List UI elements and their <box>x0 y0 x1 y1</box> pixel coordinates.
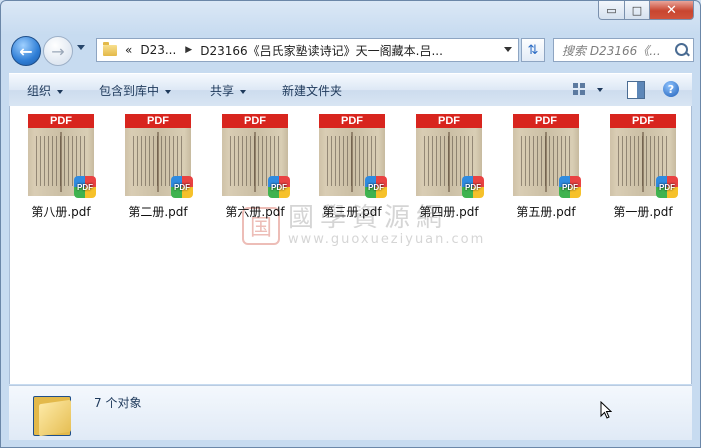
change-view-button[interactable] <box>572 81 588 97</box>
address-dropdown-icon[interactable] <box>504 47 512 52</box>
pdf-app-icon: PDF <box>171 176 193 198</box>
pdf-badge-label: PDF <box>562 182 578 192</box>
share-label: 共享 <box>210 84 235 98</box>
dropdown-arrow-icon <box>597 87 603 92</box>
breadcrumb-overflow[interactable]: « <box>125 43 132 57</box>
file-item[interactable]: PDF PDF 第六册.pdf <box>214 114 296 220</box>
file-item[interactable]: PDF PDF 第一册.pdf <box>602 114 684 220</box>
new-folder-label: 新建文件夹 <box>282 84 343 98</box>
mouse-cursor-icon <box>600 401 612 419</box>
refresh-icon: ⇅ <box>527 42 539 58</box>
navigation-bar: ← → « D23... ▶ D23166《吕氏家塾读诗记》天一阁藏本.吕...… <box>9 35 694 67</box>
pdf-label: PDF <box>222 114 288 128</box>
pdf-app-icon: PDF <box>365 176 387 198</box>
pdf-badge-label: PDF <box>271 182 287 192</box>
pdf-label: PDF <box>28 114 94 128</box>
file-name[interactable]: 第六册.pdf <box>214 203 296 220</box>
dropdown-arrow-icon <box>165 89 172 94</box>
pdf-badge-label: PDF <box>77 182 93 192</box>
pdf-app-icon: PDF <box>268 176 290 198</box>
pdf-thumbnail: PDF PDF <box>513 114 581 198</box>
breadcrumb-item-parent[interactable]: D23... <box>140 43 176 57</box>
search-box[interactable]: 搜索 D23166《... <box>553 38 694 62</box>
maximize-button[interactable]: □ <box>625 1 650 20</box>
include-in-library-label: 包含到库中 <box>99 84 160 98</box>
pdf-thumbnail: PDF PDF <box>416 114 484 198</box>
file-name[interactable]: 第八册.pdf <box>20 203 102 220</box>
file-name[interactable]: 第一册.pdf <box>602 203 684 220</box>
pdf-app-icon: PDF <box>559 176 581 198</box>
address-bar[interactable]: « D23... ▶ D23166《吕氏家塾读诗记》天一阁藏本.吕... <box>96 38 519 62</box>
new-folder-button[interactable]: 新建文件夹 <box>282 82 342 99</box>
close-icon: ✕ <box>666 2 677 18</box>
pdf-label: PDF <box>610 114 676 128</box>
back-button[interactable]: ← <box>11 36 41 66</box>
pdf-badge-label: PDF <box>368 182 384 192</box>
include-in-library-menu[interactable]: 包含到库中 <box>99 82 172 99</box>
search-placeholder: 搜索 D23166《... <box>562 43 661 58</box>
dropdown-arrow-icon <box>240 89 247 94</box>
pdf-app-icon: PDF <box>656 176 678 198</box>
file-name[interactable]: 第二册.pdf <box>117 203 199 220</box>
recent-pages-dropdown[interactable] <box>77 45 85 50</box>
pdf-badge-label: PDF <box>659 182 675 192</box>
watermark-url: www.guoxueziyuan.com <box>288 232 486 247</box>
item-count: 7 个对象 <box>94 396 142 410</box>
pdf-thumbnail: PDF PDF <box>125 114 193 198</box>
breadcrumb-item-current[interactable]: D23166《吕氏家塾读诗记》天一阁藏本.吕... <box>200 42 443 59</box>
pdf-thumbnail: PDF PDF <box>28 114 96 198</box>
pdf-app-icon: PDF <box>462 176 484 198</box>
view-grid-icon <box>580 90 585 95</box>
view-grid-icon <box>573 90 578 95</box>
caption-buttons: ▭ □ ✕ <box>598 1 694 20</box>
explorer-window: ▭ □ ✕ ← → « D23... ▶ D23166《吕氏家塾读诗记》天一阁藏… <box>0 0 701 448</box>
command-bar: 组织 包含到库中 共享 新建文件夹 ? <box>9 73 692 107</box>
view-options-dropdown[interactable] <box>597 82 603 96</box>
forward-arrow-icon: → <box>51 41 65 61</box>
dropdown-arrow-icon <box>57 89 64 94</box>
forward-button[interactable]: → <box>43 36 73 66</box>
file-item[interactable]: PDF PDF 第三册.pdf <box>311 114 393 220</box>
minimize-icon: ▭ <box>606 3 617 17</box>
pdf-label: PDF <box>125 114 191 128</box>
maximize-icon: □ <box>631 3 643 17</box>
pdf-label: PDF <box>319 114 385 128</box>
pdf-label: PDF <box>513 114 579 128</box>
preview-pane-icon[interactable] <box>627 81 645 99</box>
folder-icon <box>31 392 71 437</box>
file-item[interactable]: PDF PDF 第四册.pdf <box>408 114 490 220</box>
file-item[interactable]: PDF PDF 第五册.pdf <box>505 114 587 220</box>
pdf-thumbnail: PDF PDF <box>610 114 678 198</box>
view-grid-icon <box>580 83 585 88</box>
file-name[interactable]: 第五册.pdf <box>505 203 587 220</box>
minimize-button[interactable]: ▭ <box>598 1 625 20</box>
pdf-thumbnail: PDF PDF <box>222 114 290 198</box>
pdf-badge-label: PDF <box>174 182 190 192</box>
folder-icon <box>103 41 117 56</box>
file-list[interactable]: 国 國學資源網 www.guoxueziyuan.com PDF PDF 第八册… <box>9 106 692 384</box>
search-icon[interactable] <box>675 43 688 56</box>
pdf-badge-label: PDF <box>465 182 481 192</box>
organize-menu[interactable]: 组织 <box>27 82 64 99</box>
view-grid-icon <box>573 83 578 88</box>
pdf-label: PDF <box>416 114 482 128</box>
close-button[interactable]: ✕ <box>650 1 694 20</box>
chevron-right-icon[interactable]: ▶ <box>185 45 192 55</box>
help-icon[interactable]: ? <box>663 81 679 97</box>
file-item[interactable]: PDF PDF 第八册.pdf <box>20 114 102 220</box>
share-menu[interactable]: 共享 <box>210 82 247 99</box>
details-pane: 7 个对象 <box>9 385 692 440</box>
pdf-thumbnail: PDF PDF <box>319 114 387 198</box>
file-name[interactable]: 第四册.pdf <box>408 203 490 220</box>
organize-label: 组织 <box>27 84 52 98</box>
back-arrow-icon: ← <box>19 41 33 61</box>
file-name[interactable]: 第三册.pdf <box>311 203 393 220</box>
file-item[interactable]: PDF PDF 第二册.pdf <box>117 114 199 220</box>
refresh-button[interactable]: ⇅ <box>521 38 545 62</box>
pdf-app-icon: PDF <box>74 176 96 198</box>
